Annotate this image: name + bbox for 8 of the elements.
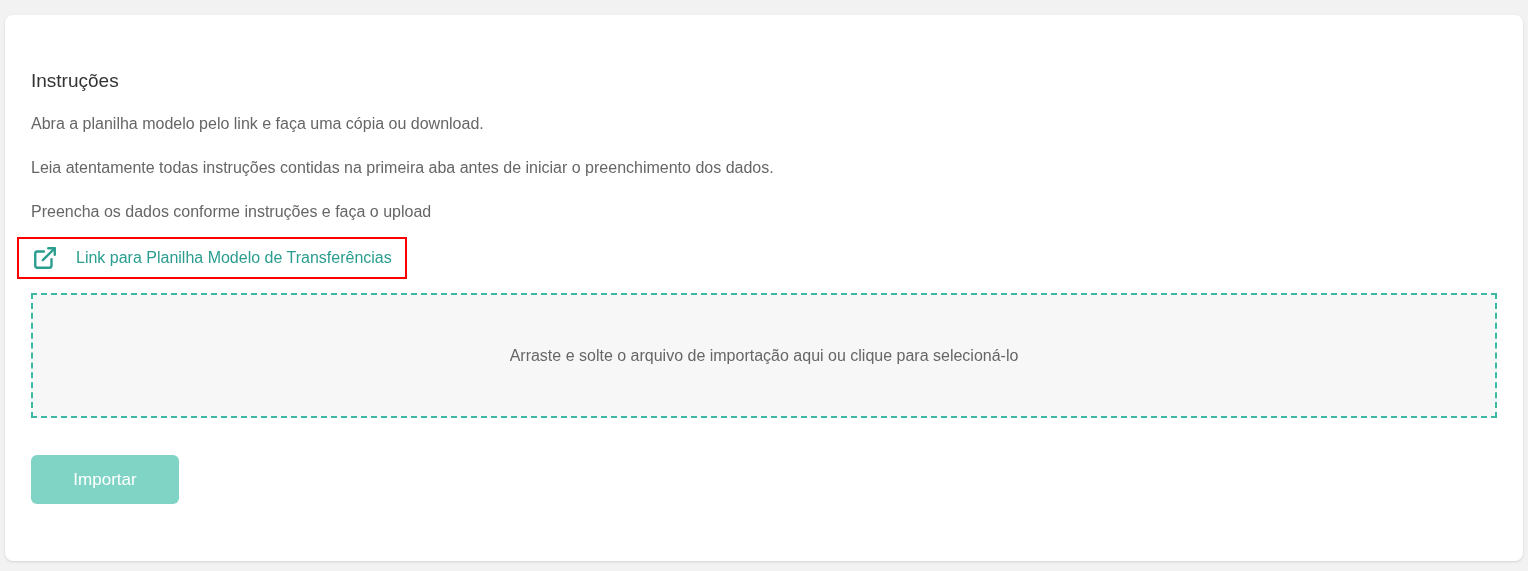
dropzone-text: Arraste e solte o arquivo de importação aqui ou clique para selecioná-lo [509,345,1019,366]
external-link-icon [32,245,58,271]
instruction-text: Abra a planilha modelo pelo link e faça uma cópia ou download. [31,114,485,134]
spreadsheet-link[interactable]: Link para Planilha Modelo de Transferências [32,245,392,271]
instruction-text: Leia atentamente todas instruções contidas na primeira aba antes de iniciar o preenchimento dos dados. [31,158,775,178]
file-dropzone[interactable]: Arraste e solte o arquivo de importação aqui ou clique para selecioná-lo [31,293,1497,418]
section-title: Instruções [31,69,120,93]
instruction-text: Preencha os dados conforme instruções e faça o upload [31,202,433,222]
